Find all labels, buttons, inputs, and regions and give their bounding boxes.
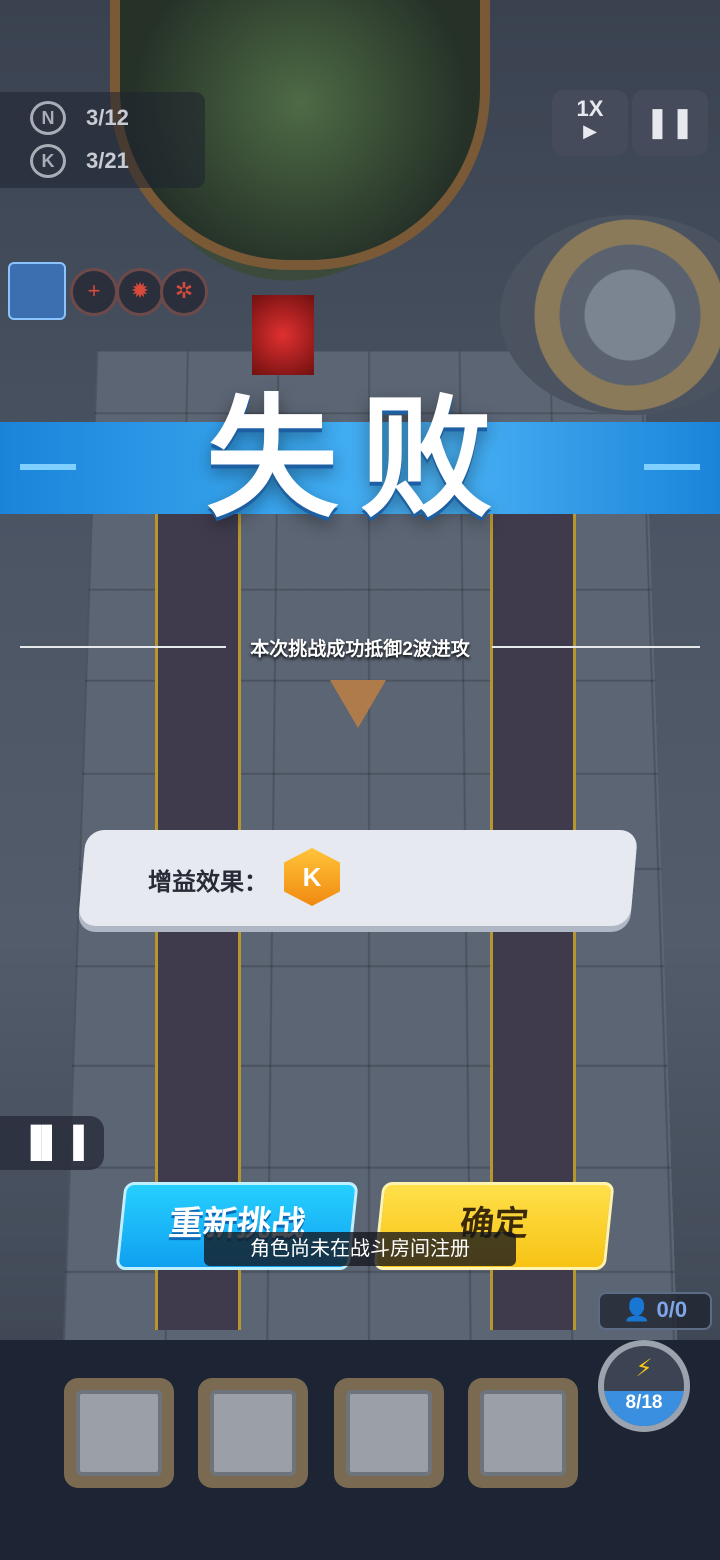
counter-row: K 3/21 (30, 144, 129, 178)
speed-button[interactable]: 1X ▶ (552, 90, 628, 156)
lightning-icon: ⚡ (635, 1355, 653, 1382)
hero-avatar[interactable] (8, 262, 66, 320)
k-emblem-icon: K (30, 144, 66, 178)
n-emblem-icon: N (30, 101, 66, 135)
counter-value: 3/12 (86, 105, 129, 130)
stats-button[interactable]: ▐▌▐ (0, 1116, 104, 1170)
speed-label: 1X (576, 96, 604, 121)
tower-slot[interactable] (198, 1378, 308, 1488)
population-value: 0/0 (656, 1297, 688, 1322)
waves-text: 本次挑战成功抵御2波进攻 (250, 639, 470, 660)
pause-icon: ❚❚ (644, 106, 696, 139)
counter-row: N 3/12 (30, 101, 129, 135)
pause-button[interactable]: ❚❚ (632, 90, 708, 156)
counter-value: 3/21 (86, 148, 129, 173)
tower-slot[interactable] (468, 1378, 578, 1488)
buff-label: 增益效果： (148, 869, 268, 896)
waves-summary: 本次挑战成功抵御2波进攻 (20, 632, 700, 662)
person-icon: 👤 (622, 1297, 651, 1322)
population-counter: 👤 0/0 (598, 1292, 712, 1330)
toast-message: 角色尚未在战斗房间注册 (204, 1232, 516, 1266)
energy-value: 8/18 (625, 1392, 663, 1413)
energy-gauge[interactable]: ⚡ 8/18 (598, 1340, 690, 1432)
octopus-icon[interactable]: ✲ (160, 268, 208, 316)
plus-icon[interactable]: + (70, 268, 118, 316)
play-icon: ▶ (583, 121, 597, 141)
gear-icon[interactable]: ✹ (116, 268, 164, 316)
tower-slot[interactable] (64, 1378, 174, 1488)
bar-chart-icon: ▐▌▐ (20, 1126, 84, 1159)
tower-slot[interactable] (334, 1378, 444, 1488)
defeat-title: 失败 (206, 385, 514, 532)
